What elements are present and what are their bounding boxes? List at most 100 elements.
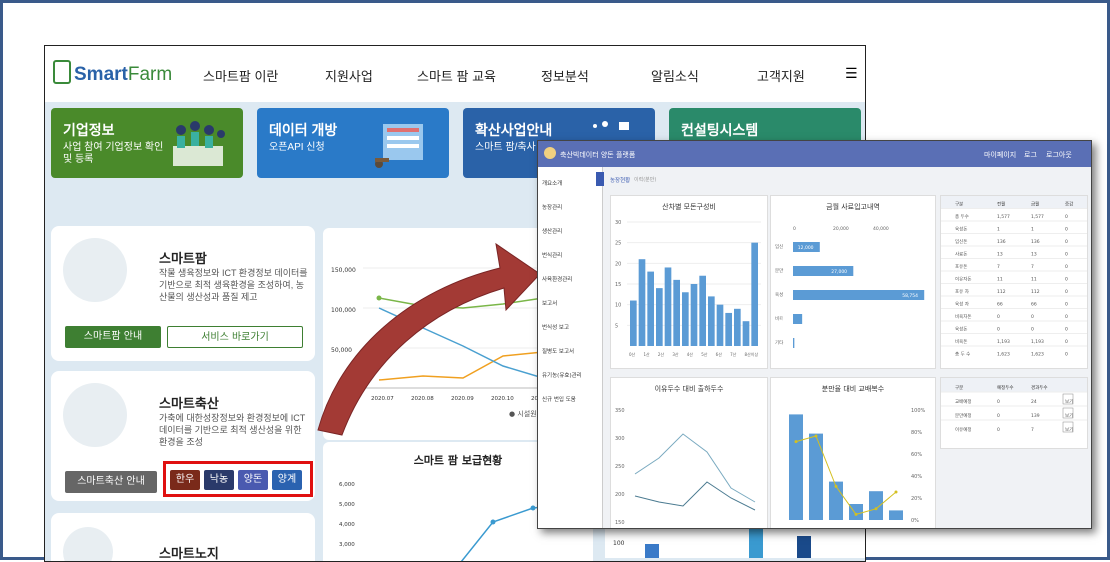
sidebar-item[interactable]: 보고서 (542, 299, 557, 307)
bar (751, 242, 758, 346)
poultry-button[interactable]: 양계 (272, 470, 302, 490)
sidebar-item[interactable]: 생산관리 (542, 227, 562, 235)
sidebar-item[interactable]: 개요소개 (542, 179, 562, 187)
barn-illustration (63, 383, 127, 447)
bar (647, 271, 654, 346)
service-shortcut-button[interactable]: 서비스 바로가기 (167, 326, 303, 348)
parity-composition-panel: 산차별 모돈구성비 30 25 20 15 10 5 0산 1산 2산 3산 4산 5산 6산 7산 8산… (610, 195, 768, 369)
sidebar-item[interactable]: 유기농(유효)관리 (542, 371, 582, 379)
livestock-dashboard-screenshot: 축산빅데이터 양돈 플랫폼 마이페이지 로그 로그아웃 개요소개 농장관리 생산… (537, 140, 1092, 529)
data-label: 58,754 (902, 293, 918, 299)
sidebar-item[interactable]: 번식관리 (542, 251, 562, 259)
table-cell: 1,193 (997, 339, 1010, 345)
nav-item-analysis[interactable]: 정보분석 (541, 66, 589, 85)
breadcrumb-sub: 이력(분만) (634, 177, 657, 183)
x-tick: 1산 (643, 351, 650, 357)
smart-openfield-card: 스마트노지 (51, 513, 315, 561)
data-label: 4,100 (780, 317, 793, 323)
view-button-label[interactable]: 보기 (1065, 426, 1073, 433)
phone-leaf-icon (53, 60, 71, 84)
logo-text-smart: Smart (74, 64, 128, 85)
x-tick: 2산 (658, 351, 665, 357)
table-cell: 1,577 (1031, 214, 1044, 220)
openfield-illustration (63, 527, 113, 561)
x-tick: 5산 (701, 351, 708, 357)
table-cell: 0 (1065, 327, 1068, 333)
table-cell: 1 (1031, 227, 1034, 233)
sidebar-item[interactable]: 사육환경관리 (542, 275, 572, 283)
y-tick: 15 (615, 282, 621, 288)
table-cell: 0 (997, 427, 1000, 433)
table-cell: 24 (1031, 399, 1037, 405)
table-cell: 0 (997, 413, 1000, 419)
nav-item-support[interactable]: 지원사업 (325, 66, 373, 85)
sidebar-item[interactable]: 농장관리 (542, 203, 562, 211)
bar (699, 275, 706, 346)
sidebar-item[interactable]: 신규 번입 도움 (542, 395, 576, 403)
table-cell: 0 (1065, 302, 1068, 308)
view-button-label[interactable]: 보기 (1065, 398, 1073, 405)
data-point (794, 440, 798, 444)
nav-item-customer[interactable]: 고객지원 (757, 66, 805, 85)
dashboard-header: 축산빅데이터 양돈 플랫폼 마이페이지 로그 로그아웃 (538, 141, 1091, 167)
sidebar-item[interactable]: 번식성 보고 (542, 323, 569, 331)
smartfarm-logo[interactable]: SmartFarm (53, 60, 172, 86)
swine-button[interactable]: 양돈 (238, 470, 268, 490)
banner-title: 데이터 개방 (269, 122, 338, 138)
view-button-label[interactable]: 보기 (1065, 412, 1073, 419)
dashboard-sidebar: 개요소개 농장관리 생산관리 번식관리 사육환경관리 보고서 번식성 보고 질병… (538, 167, 603, 528)
y-tick: 20% (911, 496, 922, 502)
table-cell: 포유 자 (955, 288, 970, 295)
bar (638, 259, 646, 346)
table-cell: 66 (1031, 302, 1037, 308)
y-tick: 60% (911, 452, 922, 458)
banner-company-info[interactable]: 기업정보 사업 참여 기업정보 확인 및 등록 (51, 108, 243, 178)
sidebar-collapse-icon[interactable] (596, 172, 604, 186)
dashboard-title: 축산빅데이터 양돈 플랫폼 (560, 151, 636, 159)
table-cell: 7 (1031, 264, 1034, 270)
banner-open-data[interactable]: 데이터 개방 오픈API 신청 (257, 108, 449, 178)
smartfarm-guide-button[interactable]: 스마트팜 안내 (65, 326, 161, 348)
logout-link[interactable]: 로그아웃 (1046, 150, 1072, 160)
data-point (854, 512, 858, 516)
bar (708, 296, 715, 346)
y-tick: 5,000 (339, 502, 355, 508)
table-cell: 0 (1031, 327, 1034, 333)
table-cell: 112 (997, 289, 1006, 295)
table-cell: 이유자돈 (955, 276, 972, 283)
table-cell: 육성돈 (955, 326, 967, 333)
bar (849, 504, 863, 520)
nav-item-education[interactable]: 스마트 팜 교육 (417, 66, 496, 85)
herd-summary-table: 구분 전월 금월 증감 총 두수 1,577 1,577 0 육성돈 1 1 0 임신돈 136 136 0 사… (940, 195, 1088, 369)
feed-receipt-panel: 금월 사료입고내역 0 20,000 40,000 임신 12,000 분만 27,000 육… (770, 195, 936, 369)
table-cell: 총 두수 (955, 213, 969, 220)
mypage-link[interactable]: 마이페이지 (984, 150, 1016, 160)
y-tick: 0% (911, 518, 919, 524)
y-tick: 5 (615, 323, 618, 329)
table-cell: 임신돈 (955, 238, 967, 245)
hanwoo-button[interactable]: 한우 (170, 470, 200, 490)
log-link[interactable]: 로그 (1024, 150, 1037, 160)
banner-title: 기업정보 (63, 122, 115, 138)
smart-livestock-guide-button[interactable]: 스마트축산 안내 (65, 471, 157, 493)
y-tick: 100% (911, 408, 926, 414)
card-desc: 가축에 대한성장정보와 환경정보에 ICT 데이터를 기반으로 최적 생산성을 … (159, 413, 306, 447)
hamburger-icon[interactable]: ☰ (845, 66, 858, 82)
x-tick: 0 (793, 226, 796, 232)
series-line (634, 433, 756, 503)
y-tick: 기타 (775, 339, 784, 346)
bar (656, 288, 663, 346)
nav-item-about[interactable]: 스마트팜 이란 (203, 66, 278, 85)
y-tick: 350 (615, 408, 625, 414)
table-cell: 교배예정 (955, 398, 972, 405)
sidebar-item[interactable]: 질병도 보고서 (542, 347, 574, 355)
dairy-button[interactable]: 낙농 (204, 470, 234, 490)
card-title: 스마트노지 (159, 546, 219, 561)
bar (869, 491, 883, 520)
x-tick: 6산 (716, 351, 723, 357)
banner-title: 컨설팅시스템 (681, 122, 759, 138)
table-cell: 비육돈 (955, 338, 967, 345)
nav-item-news[interactable]: 알림소식 (651, 66, 699, 85)
bar (725, 312, 732, 346)
table-cell: 0 (1065, 289, 1068, 295)
